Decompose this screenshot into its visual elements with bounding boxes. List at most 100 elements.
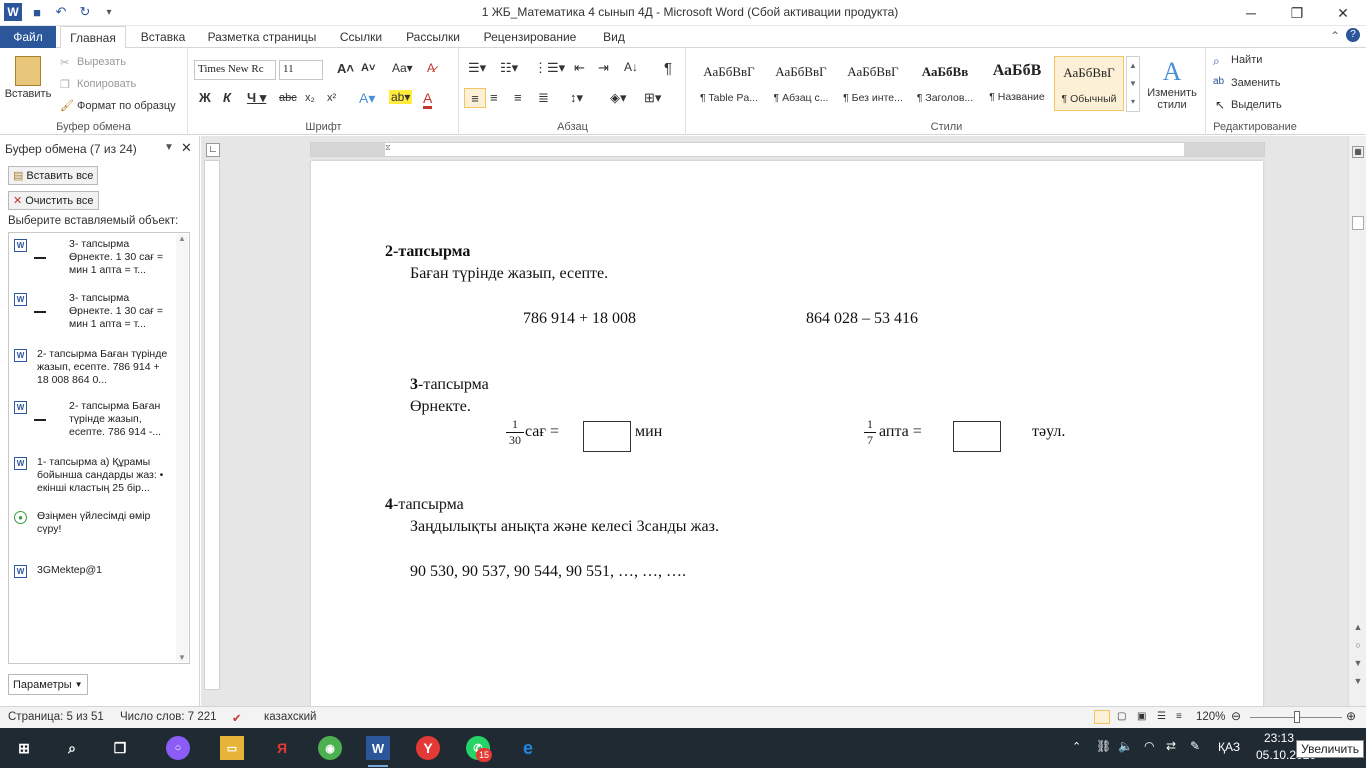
answer-box-minutes[interactable] bbox=[583, 421, 631, 452]
underline-icon[interactable]: Ч ▾ bbox=[247, 90, 266, 106]
find-button[interactable]: Найти bbox=[1231, 54, 1262, 66]
decrease-indent-icon[interactable]: ⇤ bbox=[574, 60, 585, 76]
subscript-icon[interactable]: x₂ bbox=[305, 92, 315, 104]
vertical-scrollbar[interactable]: ▦ ▲ ○ ▼ ▼ bbox=[1348, 136, 1366, 706]
strikethrough-icon[interactable]: abc bbox=[279, 92, 297, 104]
tab-file[interactable]: Файл bbox=[0, 26, 56, 48]
answer-box-days[interactable] bbox=[953, 421, 1001, 452]
page-count[interactable]: Страница: 5 из 51 bbox=[8, 711, 104, 723]
clipboard-item[interactable]: W 2- тапсырма Баған түрінде жазып, есепт… bbox=[9, 399, 177, 449]
align-right-icon[interactable]: ≡ bbox=[514, 90, 522, 105]
task-view-icon[interactable]: ❐ bbox=[108, 736, 132, 760]
paste-all-button[interactable]: ▤ Вставить все bbox=[8, 166, 99, 185]
bullets-icon[interactable]: ☰▾ bbox=[468, 60, 486, 76]
ruler-toggle-icon[interactable]: ▦ bbox=[1352, 146, 1364, 158]
grow-font-icon[interactable]: A˄ bbox=[337, 61, 354, 76]
network-devices-icon[interactable]: ⛓ bbox=[1096, 739, 1111, 753]
font-color-icon[interactable]: A bbox=[423, 90, 433, 109]
sort-icon[interactable]: A↓ bbox=[624, 60, 638, 74]
font-size-combo[interactable]: 11 bbox=[279, 60, 323, 80]
options-button[interactable]: Параметры ▼ bbox=[8, 674, 88, 695]
style-title[interactable]: АаБбВ ¶ Название bbox=[982, 56, 1052, 111]
line-spacing-icon[interactable]: ↕▾ bbox=[570, 90, 583, 106]
help-icon[interactable]: ? bbox=[1346, 28, 1360, 42]
zoom-in-icon[interactable]: ⊕ bbox=[1346, 709, 1356, 723]
shading-icon[interactable]: ◈▾ bbox=[610, 90, 627, 106]
bold-icon[interactable]: Ж bbox=[199, 90, 211, 105]
tab-view[interactable]: Вид bbox=[592, 26, 636, 48]
sync-icon[interactable]: ⇄ bbox=[1166, 739, 1176, 753]
tab-mailings[interactable]: Рассылки bbox=[398, 26, 468, 48]
file-explorer-icon[interactable]: ▭ bbox=[220, 736, 244, 760]
full-screen-view-icon[interactable]: ▢ bbox=[1117, 711, 1126, 722]
clock-time[interactable]: 23:13 bbox=[1264, 731, 1294, 745]
redo-icon[interactable]: ↻ bbox=[76, 4, 94, 20]
print-layout-view-icon[interactable] bbox=[1094, 710, 1110, 724]
style-list-paragraph[interactable]: АаБбВвГ ¶ Абзац с... bbox=[766, 56, 836, 111]
clipboard-item[interactable]: W 3- тапсырма Өрнекте. 1 30 сағ = мин 1 … bbox=[9, 237, 177, 287]
input-language[interactable]: ҚАЗ bbox=[1218, 740, 1240, 754]
close-icon[interactable]: ✕ bbox=[1320, 0, 1366, 26]
justify-icon[interactable]: ≣ bbox=[538, 90, 549, 106]
windows-start-icon[interactable]: ⊞ bbox=[12, 736, 36, 760]
align-left-icon[interactable]: ≡ bbox=[464, 88, 486, 108]
style-table-paragraph[interactable]: АаБбВвГ ¶ Table Pa... bbox=[694, 56, 764, 111]
pilcrow-icon[interactable]: ¶ bbox=[664, 60, 672, 77]
indent-marker-icon[interactable]: ⧖ bbox=[385, 143, 393, 156]
draft-view-icon[interactable]: ≡ bbox=[1176, 711, 1182, 722]
change-styles-button[interactable]: A Изменить стили bbox=[1144, 52, 1200, 116]
styles-scroll[interactable]: ▲ ▼ ▾ bbox=[1126, 56, 1140, 112]
copy-button[interactable]: Копировать bbox=[77, 78, 136, 90]
replace-button[interactable]: Заменить bbox=[1231, 77, 1280, 89]
tab-review[interactable]: Рецензирование bbox=[474, 26, 586, 48]
font-name-combo[interactable]: Times New Rc bbox=[194, 60, 276, 80]
scroll-thumb[interactable] bbox=[1352, 216, 1364, 230]
shrink-font-icon[interactable]: A˅ bbox=[361, 62, 375, 74]
tab-insert[interactable]: Вставка bbox=[132, 26, 194, 48]
numbering-icon[interactable]: ☷▾ bbox=[500, 60, 518, 76]
horizontal-ruler[interactable]: ⧖ bbox=[310, 142, 1265, 157]
select-button[interactable]: Выделить bbox=[1231, 99, 1282, 111]
italic-icon[interactable]: К bbox=[223, 90, 231, 105]
word-taskbar-icon[interactable]: W bbox=[366, 736, 390, 760]
clipboard-item[interactable]: W 3- тапсырма Өрнекте. 1 30 сағ = мин 1 … bbox=[9, 291, 177, 341]
yandex-browser-icon[interactable]: Y bbox=[416, 736, 440, 760]
pane-close-icon[interactable]: ✕ bbox=[181, 140, 192, 156]
proofing-icon[interactable]: ✔ bbox=[232, 711, 242, 725]
clear-format-icon[interactable]: A̷ bbox=[427, 61, 435, 75]
customize-qat-icon[interactable]: ▾ bbox=[100, 7, 118, 18]
tab-selector-icon[interactable]: ∟ bbox=[206, 143, 220, 157]
zoom-out-icon[interactable]: ⊖ bbox=[1231, 709, 1241, 723]
minimize-icon[interactable]: ─ bbox=[1228, 0, 1274, 26]
language[interactable]: казахский bbox=[264, 711, 316, 723]
clipboard-item[interactable]: ● Өзіңмен үйлесімді өмір сүру! bbox=[9, 509, 177, 549]
clipboard-item[interactable]: W 2- тапсырма Баған түрінде жазып, есепт… bbox=[9, 347, 177, 397]
change-case-icon[interactable]: Aa▾ bbox=[392, 61, 413, 75]
show-hidden-icons[interactable]: ⌃ bbox=[1072, 740, 1081, 753]
cut-button[interactable]: Вырезать bbox=[77, 56, 126, 68]
style-normal[interactable]: АаБбВвГ ¶ Обычный bbox=[1054, 56, 1124, 111]
highlight-icon[interactable]: ab▾ bbox=[389, 90, 413, 104]
paste-button[interactable]: Вставить bbox=[5, 52, 51, 104]
document-page[interactable]: 2-тапсырма Баған түрінде жазып, есепте. … bbox=[311, 161, 1263, 706]
pen-icon[interactable]: ✎ bbox=[1190, 739, 1200, 753]
zoom-slider-thumb[interactable] bbox=[1294, 711, 1300, 723]
edge-icon[interactable]: e bbox=[516, 736, 540, 760]
minimize-ribbon-icon[interactable]: ⌃ bbox=[1330, 29, 1340, 43]
yandex-icon[interactable]: Я bbox=[270, 736, 294, 760]
word-count[interactable]: Число слов: 7 221 bbox=[120, 711, 217, 723]
alice-assistant-icon[interactable]: ○ bbox=[166, 736, 190, 760]
tab-references[interactable]: Ссылки bbox=[330, 26, 392, 48]
style-no-spacing[interactable]: АаБбВвГ ¶ Без инте... bbox=[838, 56, 908, 111]
save-icon[interactable]: ■ bbox=[28, 5, 46, 20]
clipboard-item[interactable]: W 1- тапсырма а) Құрамы бойынша сандарды… bbox=[9, 455, 177, 505]
clipboard-list-scrollbar[interactable]: ▲ ▼ bbox=[176, 234, 188, 662]
increase-indent-icon[interactable]: ⇥ bbox=[598, 60, 609, 76]
superscript-icon[interactable]: x² bbox=[327, 92, 336, 104]
borders-icon[interactable]: ⊞▾ bbox=[644, 90, 661, 106]
chrome-icon[interactable]: ◉ bbox=[318, 736, 342, 760]
style-heading[interactable]: АаБбВв ¶ Заголов... bbox=[910, 56, 980, 111]
outline-view-icon[interactable]: ☰ bbox=[1157, 711, 1166, 722]
browse-object-icons[interactable]: ▲ ○ ▼ ▼ bbox=[1353, 618, 1363, 690]
multilevel-list-icon[interactable]: ⋮☰▾ bbox=[534, 60, 565, 76]
